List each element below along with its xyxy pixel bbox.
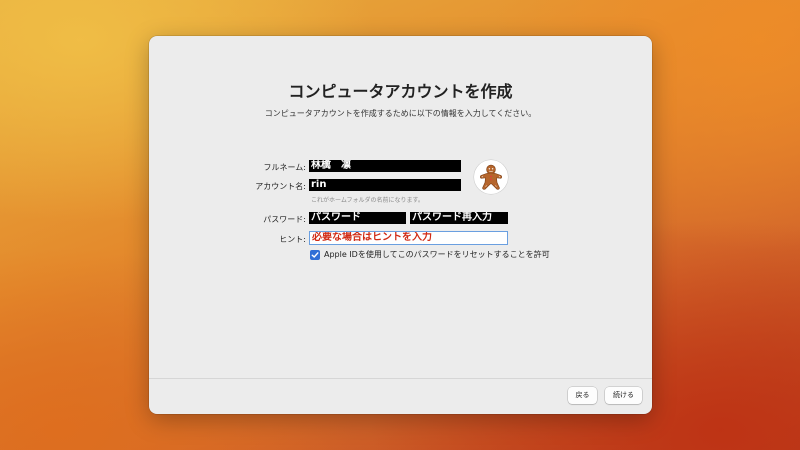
dialog-title: コンピュータアカウントを作成 bbox=[288, 82, 513, 101]
user-picture-button[interactable] bbox=[474, 160, 508, 194]
account-name-label: アカウント名: bbox=[255, 182, 306, 191]
hint-field[interactable]: 必要な場合はヒントを入力 bbox=[309, 231, 508, 245]
footer-divider bbox=[149, 378, 652, 379]
account-name-help: これがホームフォルダの名前になります。 bbox=[311, 197, 424, 204]
setup-assistant-window: コンピュータアカウントを作成 コンピュータアカウントを作成するために以下の情報を… bbox=[149, 36, 652, 414]
continue-button[interactable]: 続ける bbox=[605, 387, 642, 404]
password-field[interactable]: パスワード bbox=[309, 212, 406, 224]
password-confirm-field[interactable]: パスワード再入力 bbox=[410, 212, 508, 224]
fullname-label: フルネーム: bbox=[263, 163, 306, 172]
fullname-field[interactable]: 林檎 凛 bbox=[309, 160, 461, 172]
account-name-field[interactable]: rin bbox=[309, 179, 461, 191]
password-label: パスワード: bbox=[263, 215, 306, 224]
hint-label: ヒント: bbox=[279, 235, 306, 244]
dialog-subtitle: コンピュータアカウントを作成するために以下の情報を入力してください。 bbox=[264, 109, 537, 118]
back-button[interactable]: 戻る bbox=[568, 387, 597, 404]
gingerbread-man-icon bbox=[479, 164, 503, 190]
checkmark-icon bbox=[311, 252, 319, 258]
apple-id-reset-checkbox[interactable] bbox=[310, 250, 320, 260]
apple-id-reset-label: Apple IDを使用してこのパスワードをリセットすることを許可 bbox=[324, 250, 550, 259]
